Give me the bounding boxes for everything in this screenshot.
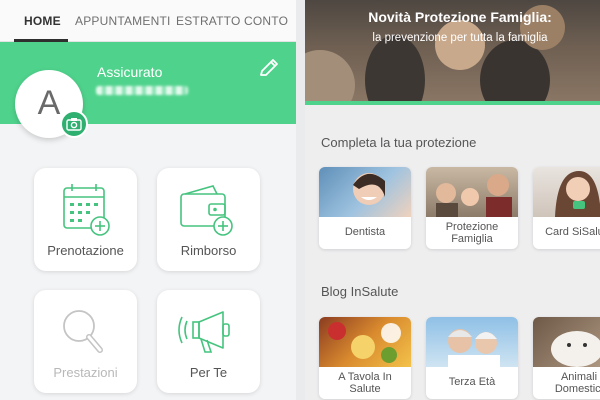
card-label-line1: Animali	[560, 371, 598, 383]
card-animali-domestici[interactable]: Animali Domestici	[533, 317, 600, 399]
tile-prestazioni[interactable]: Prestazioni	[34, 290, 137, 393]
section-heading: Blog InSalute	[321, 284, 399, 299]
banner-subtitle: la prevenzione per tutta la famiglia	[372, 32, 548, 44]
card-label: Terza Età	[448, 376, 496, 388]
card-photo	[426, 317, 518, 367]
screen: HOME APPUNTAMENTI ESTRATTO CONTO Assicur…	[0, 0, 600, 400]
wallet-add-icon	[157, 182, 260, 238]
card-terza-eta[interactable]: Terza Età	[426, 317, 518, 399]
tile-label: Rimborso	[180, 243, 237, 258]
card-photo	[533, 317, 600, 367]
card-dentista[interactable]: Dentista	[319, 167, 411, 249]
card-a-tavola-in-salute[interactable]: A Tavola In Salute	[319, 317, 411, 399]
tile-label: Prenotazione	[47, 243, 124, 258]
card-label: Card SiSalute	[545, 226, 600, 238]
tab-estratto-conto[interactable]: ESTRATTO CONTO	[176, 14, 288, 28]
card-sisalute[interactable]: Card SiSalute	[533, 167, 600, 249]
tile-label: Prestazioni	[53, 365, 118, 380]
magnifier-icon	[34, 304, 137, 360]
banner-title: Novità Protezione Famiglia:	[368, 9, 552, 25]
card-label: Dentista	[344, 226, 386, 238]
card-label-line2: Famiglia	[451, 233, 493, 245]
top-tabs: HOME APPUNTAMENTI ESTRATTO CONTO	[0, 0, 296, 42]
camera-icon[interactable]	[60, 110, 88, 138]
tile-per-te[interactable]: Per Te	[157, 290, 260, 393]
card-photo	[319, 167, 411, 217]
banner-photo-figure	[365, 35, 425, 102]
card-label-line2: Domestici	[554, 383, 600, 395]
card-label-line2: Salute	[349, 383, 381, 395]
profile-name-redacted	[96, 86, 188, 95]
feed-screen: Novità Protezione Famiglia: la prevenzio…	[305, 0, 600, 400]
tab-home[interactable]: HOME	[24, 14, 61, 28]
home-screen: HOME APPUNTAMENTI ESTRATTO CONTO Assicur…	[0, 0, 296, 400]
tab-appuntamenti[interactable]: APPUNTAMENTI	[75, 14, 171, 28]
card-protezione-famiglia[interactable]: Protezione Famiglia	[426, 167, 518, 249]
tile-rimborso[interactable]: Rimborso	[157, 168, 260, 271]
tile-prenotazione[interactable]: Prenotazione	[34, 168, 137, 271]
calendar-add-icon	[34, 182, 137, 238]
tile-label: Per Te	[189, 365, 228, 380]
banner-photo-figure	[305, 50, 355, 102]
card-photo	[533, 167, 600, 217]
card-label-line1: Protezione	[445, 221, 499, 233]
card-photo	[319, 317, 411, 367]
section-heading: Completa la tua protezione	[321, 135, 477, 150]
promo-banner[interactable]: Novità Protezione Famiglia: la prevenzio…	[305, 0, 600, 102]
card-label-line1: A Tavola In	[338, 371, 392, 383]
profile-label: Assicurato	[97, 64, 163, 80]
banner-photo-figure	[435, 20, 485, 70]
megaphone-icon	[157, 304, 260, 360]
banner-divider	[305, 101, 600, 105]
card-photo	[426, 167, 518, 217]
edit-icon[interactable]	[256, 56, 282, 82]
